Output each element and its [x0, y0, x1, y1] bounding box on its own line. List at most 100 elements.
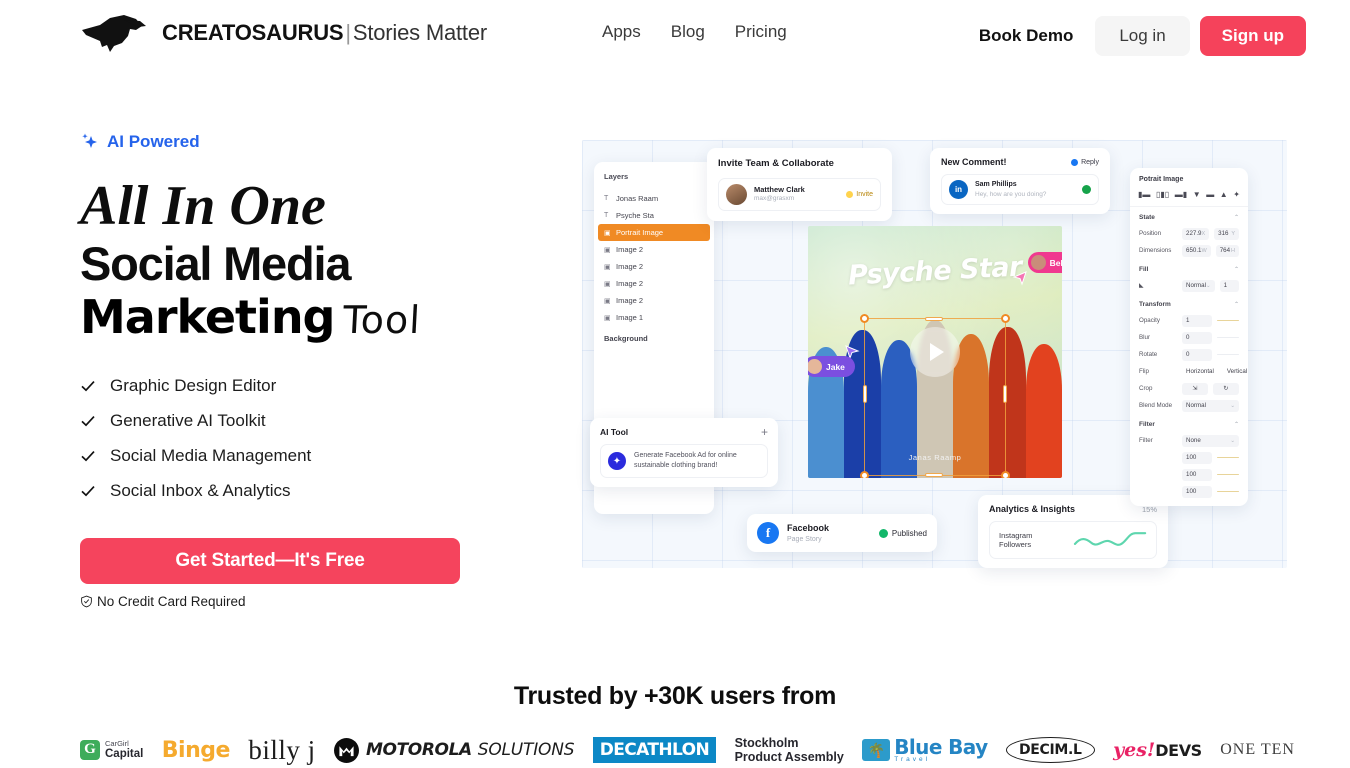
invite-button[interactable]: Invite: [846, 191, 873, 198]
fill-blend-value[interactable]: Normal ⌄: [1182, 279, 1215, 292]
section-title: Filter: [1139, 421, 1155, 428]
play-button-icon[interactable]: [910, 327, 960, 377]
blur-value[interactable]: 0: [1182, 331, 1212, 344]
cursor-arrow-bella-icon: [1012, 271, 1027, 286]
value: 227.9: [1186, 230, 1202, 237]
blend-mode-select[interactable]: Normal ⌄: [1182, 399, 1239, 412]
reply-label: Reply: [1081, 158, 1099, 166]
resize-handle-bottom-left[interactable]: [860, 471, 869, 478]
blur-slider[interactable]: [1217, 336, 1239, 339]
section-header-fill[interactable]: Fill ⌃: [1130, 259, 1248, 277]
section-header-state[interactable]: State ⌃: [1130, 207, 1248, 225]
filter-select[interactable]: None ⌄: [1182, 434, 1239, 447]
align-right-icon[interactable]: ▬▮: [1175, 190, 1187, 199]
invite-team-card: Invite Team & Collaborate Matthew Clark …: [707, 148, 892, 221]
layer-item[interactable]: T Psyche Sta: [594, 207, 714, 224]
filter-slider-2[interactable]: [1217, 473, 1239, 476]
nav-item-apps[interactable]: Apps: [602, 22, 641, 42]
headline-tool: Tool: [341, 298, 422, 342]
opacity-value[interactable]: 1: [1182, 314, 1212, 327]
layer-background[interactable]: Background: [594, 326, 714, 351]
resize-handle-bottom-right[interactable]: [1001, 471, 1010, 478]
fill-opacity-value[interactable]: 1: [1219, 279, 1239, 292]
section-header-filter[interactable]: Filter ⌃: [1130, 414, 1248, 432]
resize-handle-left[interactable]: [863, 385, 867, 403]
property-label: Position: [1139, 230, 1162, 237]
layer-item[interactable]: ▣ Image 2: [594, 275, 714, 292]
property-label: Blur: [1139, 334, 1151, 341]
resize-handle-top[interactable]: [925, 317, 943, 321]
align-middle-icon[interactable]: ▬: [1206, 190, 1214, 199]
property-row-crop: Crop ⇲ ↻: [1130, 380, 1248, 397]
ai-tool-prompt-row[interactable]: ✦ Generate Facebook Ad for online sustai…: [600, 444, 768, 479]
nav-item-pricing[interactable]: Pricing: [735, 22, 787, 42]
crop-icon[interactable]: ⇲: [1182, 382, 1208, 395]
check-icon: [81, 451, 95, 462]
headline-line-2: Social Media: [80, 237, 352, 290]
align-top-icon[interactable]: ▼: [1193, 190, 1201, 199]
align-left-icon[interactable]: ▮▬: [1138, 190, 1150, 199]
image-layer-icon: ▣: [604, 297, 611, 305]
property-label: Flip: [1139, 368, 1149, 375]
property-label: Opacity: [1139, 317, 1160, 324]
chevron-down-icon: ⌄: [1230, 402, 1235, 409]
flip-horizontal-button[interactable]: Horizontal: [1182, 366, 1218, 378]
main-nav: Apps Blog Pricing: [602, 22, 787, 42]
property-value-h[interactable]: 764 H: [1215, 244, 1239, 257]
feature-item: Generative AI Toolkit: [80, 411, 550, 431]
logo-line-1: yes!: [1113, 739, 1156, 761]
layer-label: Image 2: [616, 245, 644, 254]
property-value-y[interactable]: 316 Y: [1214, 227, 1239, 240]
nav-item-blog[interactable]: Blog: [671, 22, 705, 42]
layer-item[interactable]: ▣ Image 2: [594, 292, 714, 309]
section-header-transform[interactable]: Transform ⌃: [1130, 294, 1248, 312]
resize-handle-right[interactable]: [1003, 385, 1007, 403]
layer-item[interactable]: ▣ Image 1: [594, 309, 714, 326]
comment-person-name: Sam Phillips: [975, 181, 1017, 189]
check-icon: [81, 416, 95, 427]
filter-slider-3[interactable]: [1217, 490, 1239, 493]
layer-item[interactable]: ▣ Image 2: [594, 258, 714, 275]
ai-tool-title: AI Tool: [600, 427, 629, 437]
value: 0: [1186, 351, 1190, 358]
book-demo-link[interactable]: Book Demo: [967, 18, 1085, 54]
resize-handle-bottom[interactable]: [925, 473, 943, 477]
filter-value-1[interactable]: 100: [1182, 451, 1212, 464]
design-canvas[interactable]: Psyche Star Janas Raamp Jake Be: [808, 226, 1062, 478]
brand-logo-link[interactable]: CREATOSAURUS|Stories Matter: [80, 14, 487, 52]
fill-swatch-icon[interactable]: ◣: [1139, 282, 1177, 289]
plus-icon[interactable]: +: [761, 426, 768, 438]
brand-name: CREATOSAURUS: [162, 20, 344, 45]
login-button[interactable]: Log in: [1095, 16, 1190, 56]
logo-motorola-solutions: MOTOROLA SOLUTIONS: [334, 737, 575, 763]
align-center-h-icon[interactable]: ▯▮▯: [1156, 190, 1169, 199]
layer-item[interactable]: ▣ Image 2: [594, 241, 714, 258]
layer-item[interactable]: T Jonas Raam: [594, 190, 714, 207]
distribute-icon[interactable]: ✦: [1233, 190, 1240, 199]
get-started-button[interactable]: Get Started—It's Free: [80, 538, 460, 584]
logo-decimal: DECIM.L: [1005, 737, 1095, 763]
hero-headline: All In One Social Media Marketing Tool: [80, 178, 550, 342]
property-value-x[interactable]: 227.9 X: [1182, 227, 1210, 240]
value: 1: [1223, 282, 1228, 289]
property-row-blur: Blur 0: [1130, 329, 1248, 346]
opacity-slider[interactable]: [1217, 319, 1239, 322]
resize-handle-top-right[interactable]: [1001, 314, 1010, 323]
facebook-icon: f: [757, 522, 779, 545]
rotate-value[interactable]: 0: [1182, 348, 1212, 361]
reset-crop-icon[interactable]: ↻: [1213, 382, 1239, 395]
property-label: Filter: [1139, 437, 1153, 444]
align-bottom-icon[interactable]: ▲: [1220, 190, 1228, 199]
reply-button[interactable]: Reply: [1071, 158, 1099, 166]
signup-button[interactable]: Sign up: [1199, 16, 1306, 56]
filter-value-3[interactable]: 100: [1182, 485, 1212, 498]
resize-handle-top-left[interactable]: [860, 314, 869, 323]
layer-item-selected[interactable]: ▣ Portrait Image: [598, 224, 710, 241]
filter-slider-1[interactable]: [1217, 456, 1239, 459]
reply-dot-icon: [1071, 158, 1079, 166]
property-value-w[interactable]: 650.1 W: [1182, 244, 1211, 257]
filter-value-2[interactable]: 100: [1182, 468, 1212, 481]
flip-vertical-button[interactable]: Vertical: [1223, 366, 1248, 378]
logo-line-2: Capital: [105, 747, 144, 760]
rotate-slider[interactable]: [1217, 353, 1239, 356]
